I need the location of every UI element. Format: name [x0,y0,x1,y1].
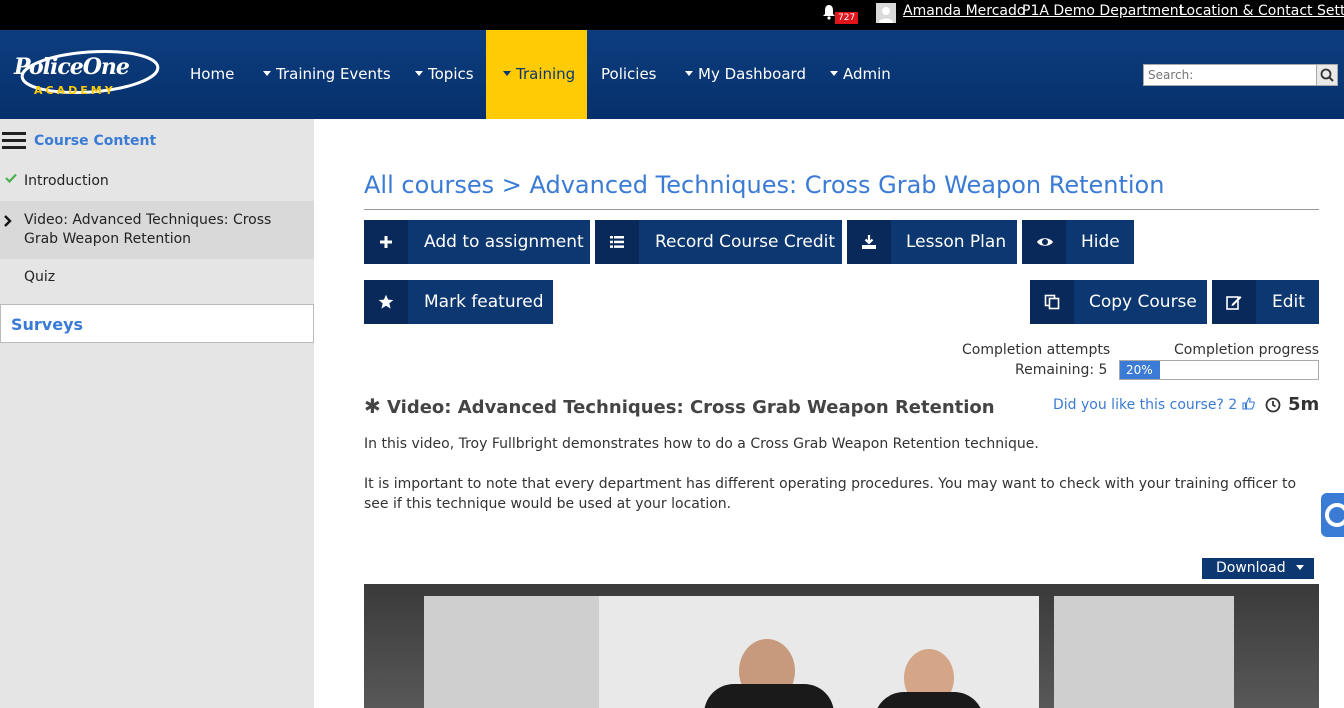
lesson-plan-label: Lesson Plan [906,232,1007,252]
nav-policies[interactable]: Policies [601,30,656,119]
sidebar-item-surveys[interactable]: Surveys [0,304,314,343]
mark-featured-label: Mark featured [424,292,544,312]
edit-label: Edit [1272,292,1305,312]
search-box [1143,64,1338,86]
lifebuoy-icon [1325,503,1344,527]
notification-badge: 727 [835,12,859,24]
video-backdrop-left [424,596,604,708]
sidebar-item-label: Introduction [24,173,109,189]
logo-text: PoliceOne [14,54,130,80]
sidebar-item-video[interactable]: Video: Advanced Techniques: Cross Grab W… [0,201,314,259]
caret-down-icon [263,71,271,76]
hamburger-icon[interactable] [2,132,26,150]
nav-my-dashboard[interactable]: My Dashboard [685,30,806,119]
nav-my-dashboard-label: My Dashboard [698,65,806,83]
nav-training-events[interactable]: Training Events [263,30,391,119]
avatar [876,3,896,23]
nav-admin-label: Admin [843,65,891,83]
download-icon [847,220,891,264]
asterisk-icon: ✱ [364,394,381,418]
sidebar-item-introduction[interactable]: Introduction [0,169,314,199]
add-to-assignment-button[interactable]: Add to assignment [364,220,590,264]
caret-down-icon [685,71,693,76]
help-widget[interactable] [1321,493,1344,537]
nav-topics-label: Topics [428,65,474,83]
divider [364,209,1319,210]
hide-label: Hide [1081,232,1120,252]
chevron-right-icon [4,215,12,227]
policeone-academy-logo[interactable]: PoliceOne ACADEMY [10,48,165,100]
location-settings-link[interactable]: Location & Contact Setting [1179,3,1344,19]
logo-subtext: ACADEMY [34,84,116,97]
caret-down-icon [503,71,511,76]
top-bar: 727 Amanda Mercado P1A Demo Department L… [0,0,1344,30]
edit-icon [1212,280,1256,324]
user-name-link[interactable]: Amanda Mercado [903,3,1025,19]
duration: 5m [1288,394,1320,415]
eye-icon [1022,220,1066,264]
search-input[interactable] [1144,65,1316,85]
sidebar-item-quiz[interactable]: Quiz [0,261,314,295]
main-nav: PoliceOne ACADEMY Home Training Events T… [0,30,1344,119]
course-sidebar: Course Content Introduction Video: Advan… [0,119,314,708]
edit-button[interactable]: Edit [1212,280,1319,324]
video-player[interactable] [364,584,1319,708]
course-content-label: Course Content [34,133,157,149]
video-person-body [874,692,984,708]
breadcrumb[interactable]: All courses > Advanced Techniques: Cross… [364,171,1164,199]
attempts-remaining: Remaining: 5 [1015,362,1108,378]
add-to-assignment-label: Add to assignment [424,232,584,252]
caret-down-icon [830,71,838,76]
nav-training[interactable]: Training [486,30,587,119]
star-icon [364,280,408,324]
nav-training-events-label: Training Events [276,65,391,83]
list-icon [595,220,639,264]
copy-icon [1030,280,1074,324]
copy-course-label: Copy Course [1089,292,1197,312]
completion-progress-label: Completion progress [1174,342,1320,358]
like-course-text: Did you like this course? 2 [1053,397,1238,413]
completion-progress-bar: 20% [1119,360,1319,380]
lesson-plan-button[interactable]: Lesson Plan [847,220,1017,264]
department-link[interactable]: P1A Demo Department [1022,3,1184,19]
sidebar-item-label: Quiz [24,269,56,285]
video-backdrop-right [1054,596,1234,708]
video-person-body [704,684,834,708]
sidebar-item-label: Video: Advanced Techniques: Cross Grab W… [24,212,272,247]
nav-admin[interactable]: Admin [830,30,891,119]
caret-down-icon [1296,564,1305,570]
check-icon [5,173,17,183]
copy-course-button[interactable]: Copy Course [1030,280,1207,324]
like-course-link[interactable]: Did you like this course? 2 [1053,397,1255,413]
video-title: ✱ Video: Advanced Techniques: Cross Grab… [364,394,995,418]
course-content-header[interactable]: Course Content [0,129,314,155]
download-label: Download [1216,560,1286,576]
progress-fill: 20% [1120,361,1160,379]
completion-attempts-label: Completion attempts [962,342,1111,358]
bell-icon[interactable] [822,4,836,20]
record-course-credit-button[interactable]: Record Course Credit [595,220,842,264]
description-paragraph: In this video, Troy Fullbright demonstra… [364,436,1039,452]
download-dropdown-button[interactable]: Download [1202,558,1314,579]
nav-topics[interactable]: Topics [415,30,474,119]
hide-button[interactable]: Hide [1022,220,1134,264]
plus-icon [364,220,408,264]
clock-icon [1265,397,1281,413]
nav-training-label: Training [516,65,576,83]
search-icon [1320,68,1334,82]
record-course-credit-label: Record Course Credit [655,232,836,252]
search-button[interactable] [1316,65,1337,85]
thumbs-up-icon[interactable] [1242,397,1255,410]
notice-paragraph: It is important to note that every depar… [364,476,1297,512]
video-title-text: Video: Advanced Techniques: Cross Grab W… [387,397,995,418]
mark-featured-button[interactable]: Mark featured [364,280,553,324]
nav-home[interactable]: Home [190,30,234,119]
caret-down-icon [415,71,423,76]
